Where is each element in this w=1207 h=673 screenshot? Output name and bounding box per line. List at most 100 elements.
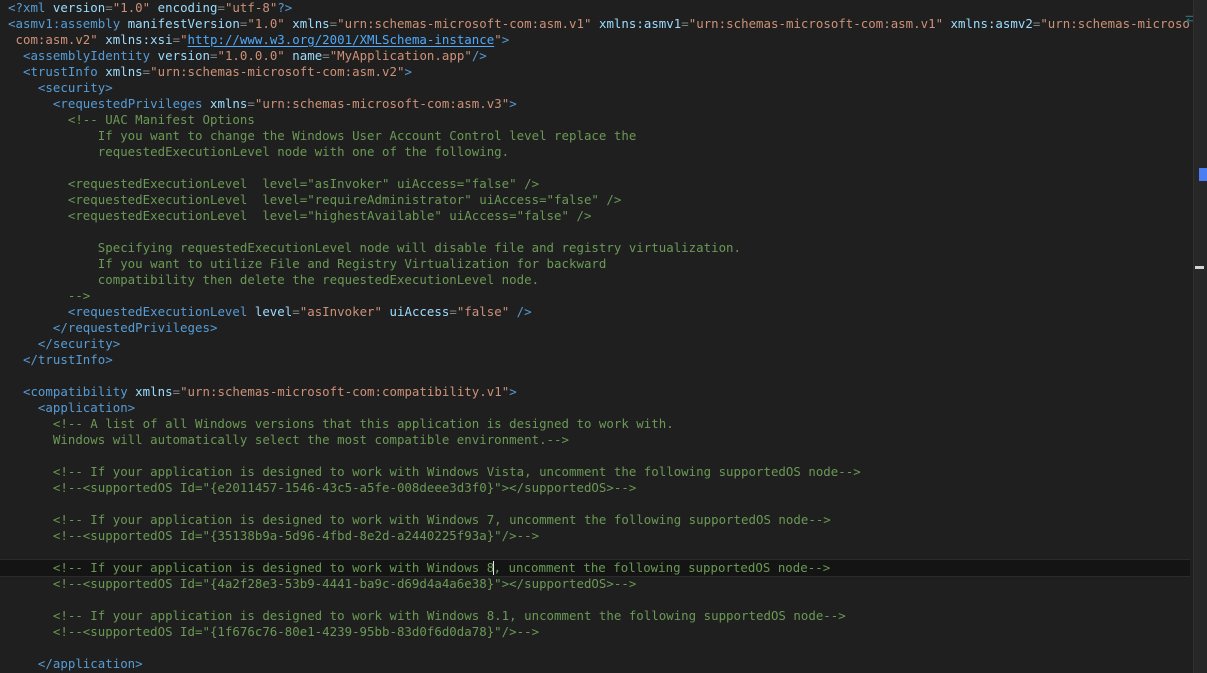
code-token-val: "urn:schemas-microsoft-com:asm.v3" <box>254 96 510 111</box>
code-line[interactable]: <!-- If your application is designed to … <box>0 512 1190 528</box>
code-line[interactable]: <compatibility xmlns="urn:schemas-micros… <box>0 384 1190 400</box>
code-line[interactable]: <trustInfo xmlns="urn:schemas-microsoft-… <box>0 64 1190 80</box>
code-token-punc: = <box>105 0 113 15</box>
code-token-comment: requestedExecutionLevel node with one of… <box>8 144 510 159</box>
code-line[interactable]: <!--<supportedOS Id="{35138b9a-5d96-4fbd… <box>0 528 1190 544</box>
code-line[interactable]: If you want to utilize File and Registry… <box>0 256 1190 272</box>
overview-ruler[interactable] <box>1193 0 1207 673</box>
code-token-val: "1.0.0.0" <box>217 48 285 63</box>
code-line[interactable]: compatibility then delete the requestedE… <box>0 272 1190 288</box>
code-token-val: "urn:schemas-microsoft-com:compatibility… <box>180 384 510 399</box>
code-token-attr: uiAccess <box>389 304 450 319</box>
code-line[interactable]: <?xml version="1.0" encoding="utf-8"?> <box>0 0 1190 16</box>
code-line[interactable]: Specifying requestedExecutionLevel node … <box>0 240 1190 256</box>
code-line[interactable]: <!--<supportedOS Id="{4a2f28e3-53b9-4441… <box>0 576 1190 592</box>
code-token-comment: Windows will automatically select the mo… <box>8 432 569 447</box>
code-line[interactable]: <!-- UAC Manifest Options <box>0 112 1190 128</box>
code-token-punc: = <box>449 304 457 319</box>
code-token-val: "1.0" <box>112 0 151 15</box>
vertical-scrollbar-thumb[interactable] <box>1193 0 1207 673</box>
code-line[interactable]: <requestedExecutionLevel level="highestA… <box>0 208 1190 224</box>
code-content-area[interactable]: <?xml version="1.0" encoding="utf-8"?> <a… <box>0 0 1190 673</box>
code-token-val: "urn:schemas-microsoft-com:asm.v1" <box>688 16 944 31</box>
code-token-comment: --> <box>8 288 91 303</box>
code-line[interactable]: <security> <box>0 80 1190 96</box>
code-line[interactable]: Windows will automatically select the mo… <box>0 432 1190 448</box>
code-line[interactable]: com:asm.v2" xmlns:xsi="http://www.w3.org… <box>0 32 1190 48</box>
code-token-val: "MyApplication.app" <box>329 48 472 63</box>
code-line[interactable] <box>0 224 1190 240</box>
code-line[interactable]: </trustInfo> <box>0 352 1190 368</box>
code-line[interactable]: <assemblyIdentity version = "1.0.0.0" name… <box>0 48 1190 64</box>
code-line[interactable]: <requestedPrivileges xmlns="urn:schemas-… <box>0 96 1190 112</box>
code-token-link[interactable]: http://www.w3.org/2001/XMLSchema-instanc… <box>188 32 495 47</box>
code-token-attr: version <box>157 48 210 63</box>
code-token-attr: manifestVersion <box>127 16 240 31</box>
code-line[interactable]: <requestedExecutionLevel level="asInvoke… <box>0 176 1190 192</box>
code-editor[interactable]: <?xml version="1.0" encoding="utf-8"?> <a… <box>0 0 1207 673</box>
code-token-comment: <!-- If your application is designed to … <box>8 512 831 527</box>
code-token-tag: <security> <box>37 80 113 95</box>
code-line[interactable]: <!--<supportedOS Id="{1f676c76-80e1-4239… <box>0 624 1190 640</box>
code-token-attr: xmlns:asmv1 <box>598 16 682 31</box>
code-line[interactable] <box>0 592 1190 608</box>
code-line[interactable] <box>0 544 1190 560</box>
code-token-tag: </security> <box>37 336 121 351</box>
code-line[interactable] <box>0 496 1190 512</box>
code-line[interactable] <box>0 368 1190 384</box>
code-token-val: "urn:schemas-microsoft- <box>1040 16 1190 31</box>
code-line[interactable]: --> <box>0 288 1190 304</box>
code-line[interactable]: If you want to change the Windows User A… <box>0 128 1190 144</box>
code-token-val: "utf-8" <box>224 0 278 15</box>
overview-selection-marker <box>1199 168 1207 181</box>
code-line[interactable] <box>0 160 1190 176</box>
code-token-tag: </requestedPrivileges> <box>52 320 218 335</box>
code-token-val: "urn:schemas-microsoft-com:asm.v1" <box>337 16 592 31</box>
code-line[interactable]: <!--<supportedOS Id="{e2011457-1546-43c5… <box>0 480 1190 496</box>
code-token-attr: xmlns:xsi <box>105 32 173 47</box>
code-token-punc: = <box>172 384 181 399</box>
code-line[interactable]: </security> <box>0 336 1190 352</box>
code-token-comment: If you want to change the Windows User A… <box>8 128 637 143</box>
code-token-val: "urn:schemas-microsoft-com:asm.v2" <box>150 64 405 79</box>
code-token-comment: <!-- If your application is designed to … <box>8 608 846 623</box>
code-token-val: com:asm.v2" <box>8 32 98 47</box>
code-line[interactable] <box>0 448 1190 464</box>
overview-cursor-marker <box>1195 266 1204 269</box>
code-token-punc: = <box>292 304 300 319</box>
code-token-tag: <application> <box>37 400 136 415</box>
code-line[interactable]: <!-- If your application is designed to … <box>0 464 1190 480</box>
code-token-comment: <requestedExecutionLevel level="requireA… <box>8 192 622 207</box>
code-token-attr: xmlns <box>105 64 143 79</box>
code-token-comment: <!--<supportedOS Id="{e2011457-1546-43c5… <box>8 480 637 495</box>
code-line[interactable]: <asmv1:assembly manifestVersion = "1.0" xm… <box>0 16 1190 32</box>
code-token-comment: If you want to utilize File and Registry… <box>8 256 607 271</box>
code-token-comment: <!--<supportedOS Id="{4a2f28e3-53b9-4441… <box>8 576 637 591</box>
code-token-comment: <requestedExecutionLevel level="asInvoke… <box>8 176 540 191</box>
code-line[interactable]: <!-- If your application is designed to … <box>0 608 1190 624</box>
code-line[interactable]: <application> <box>0 400 1190 416</box>
code-line[interactable]: </requestedPrivileges> <box>0 320 1190 336</box>
code-line[interactable]: <!-- A list of all Windows versions that… <box>0 416 1190 432</box>
code-token-punc: = <box>217 0 225 15</box>
code-line[interactable]: requestedExecutionLevel node with one of… <box>0 144 1190 160</box>
code-line[interactable] <box>0 640 1190 656</box>
code-line[interactable]: </application> <box>0 656 1190 672</box>
code-line[interactable]: <requestedExecutionLevel level="asInvoke… <box>0 304 1190 320</box>
code-line-active[interactable]: <!-- If your application is designed to … <box>0 559 1190 577</box>
code-line[interactable]: <requestedExecutionLevel level="requireA… <box>0 192 1190 208</box>
code-token-attr: xmlns <box>292 16 330 31</box>
